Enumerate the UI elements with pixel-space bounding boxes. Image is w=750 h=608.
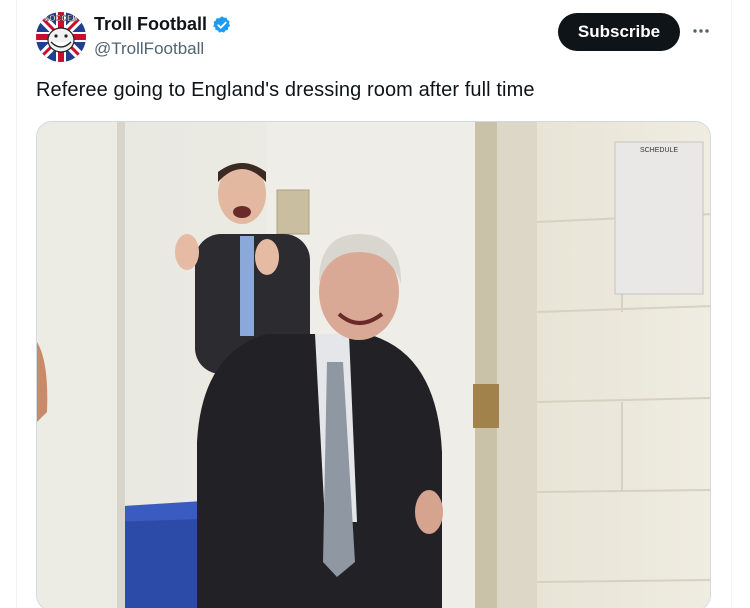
video-still-image: SCHEDULE xyxy=(37,122,710,608)
subscribe-button[interactable]: Subscribe xyxy=(558,13,680,51)
tweet-text: Referee going to England's dressing room… xyxy=(36,79,535,101)
author-avatar[interactable]: SOCCER xyxy=(36,12,86,62)
verified-badge-icon xyxy=(212,15,232,35)
more-options-button[interactable] xyxy=(688,18,714,44)
author-handle[interactable]: @TrollFootball xyxy=(94,39,204,59)
door-sign-text: SCHEDULE xyxy=(640,147,678,154)
avatar-text: SOCCER xyxy=(44,14,78,23)
ellipsis-icon xyxy=(693,29,709,33)
author-name-row: Troll Football xyxy=(94,14,232,35)
troll-face-union-jack-avatar-icon: SOCCER xyxy=(36,12,86,62)
tweet-media-video[interactable]: SCHEDULE xyxy=(36,121,711,608)
author-display-name[interactable]: Troll Football xyxy=(94,14,207,35)
